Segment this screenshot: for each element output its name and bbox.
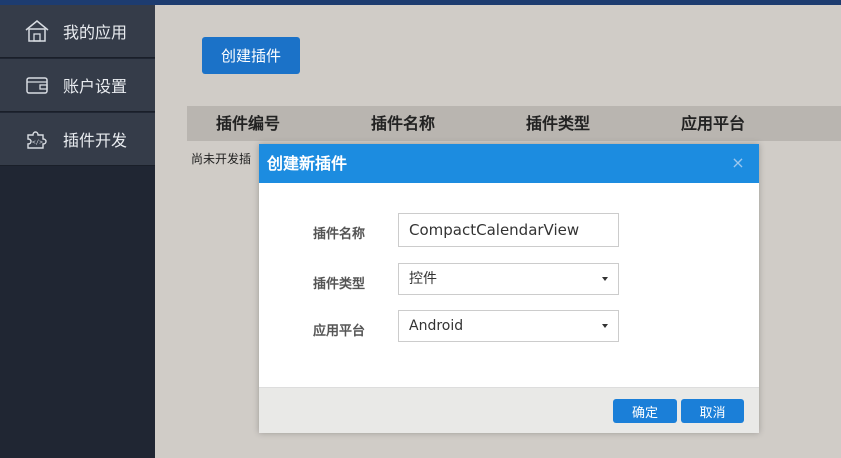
sidebar-item-account-settings[interactable]: 账户设置 [0,59,155,112]
dialog-title: 创建新插件 [267,154,348,173]
dialog-footer: 确定 取消 [259,387,759,433]
chevron-down-icon [602,324,608,328]
empty-state-text: 尚未开发插 [191,152,252,166]
dialog-header: 创建新插件 × [259,144,759,183]
confirm-button[interactable]: 确定 [613,399,677,423]
svg-text:</>: </> [32,139,43,146]
sidebar: 我的应用 账户设置 </> 插件开发 [0,5,155,458]
platform-label: 应用平台 [313,324,366,339]
platform-value: Android [409,318,464,334]
plugin-name-input[interactable] [398,213,619,247]
sidebar-item-my-apps[interactable]: 我的应用 [0,5,155,58]
plugin-icon: </> [24,127,50,151]
sidebar-item-label: 插件开发 [63,131,128,150]
sidebar-item-label: 账户设置 [63,77,128,96]
column-header-plugin-name[interactable]: 插件名称 [371,106,435,141]
column-header-plugin-id[interactable]: 插件编号 [216,106,280,141]
create-plugin-button[interactable]: 创建插件 [202,37,300,74]
create-plugin-dialog: 创建新插件 × 插件名称 插件类型 控件 应用平台 Android 确定 取消 [259,144,759,433]
close-icon[interactable]: × [731,155,745,171]
chevron-down-icon [602,277,608,281]
column-header-platform[interactable]: 应用平台 [681,106,745,141]
wallet-icon [24,73,50,97]
plugin-name-label: 插件名称 [313,227,366,242]
plugin-type-select[interactable]: 控件 [398,263,619,295]
plugin-type-value: 控件 [409,271,437,287]
sidebar-item-label: 我的应用 [63,23,128,42]
platform-select[interactable]: Android [398,310,619,342]
cancel-button[interactable]: 取消 [681,399,744,423]
plugin-type-label: 插件类型 [313,277,366,292]
column-header-plugin-type[interactable]: 插件类型 [526,106,590,141]
home-icon [24,19,50,43]
table-header: 插件编号 插件名称 插件类型 应用平台 [187,106,841,141]
sidebar-item-plugin-dev[interactable]: </> 插件开发 [0,113,155,166]
